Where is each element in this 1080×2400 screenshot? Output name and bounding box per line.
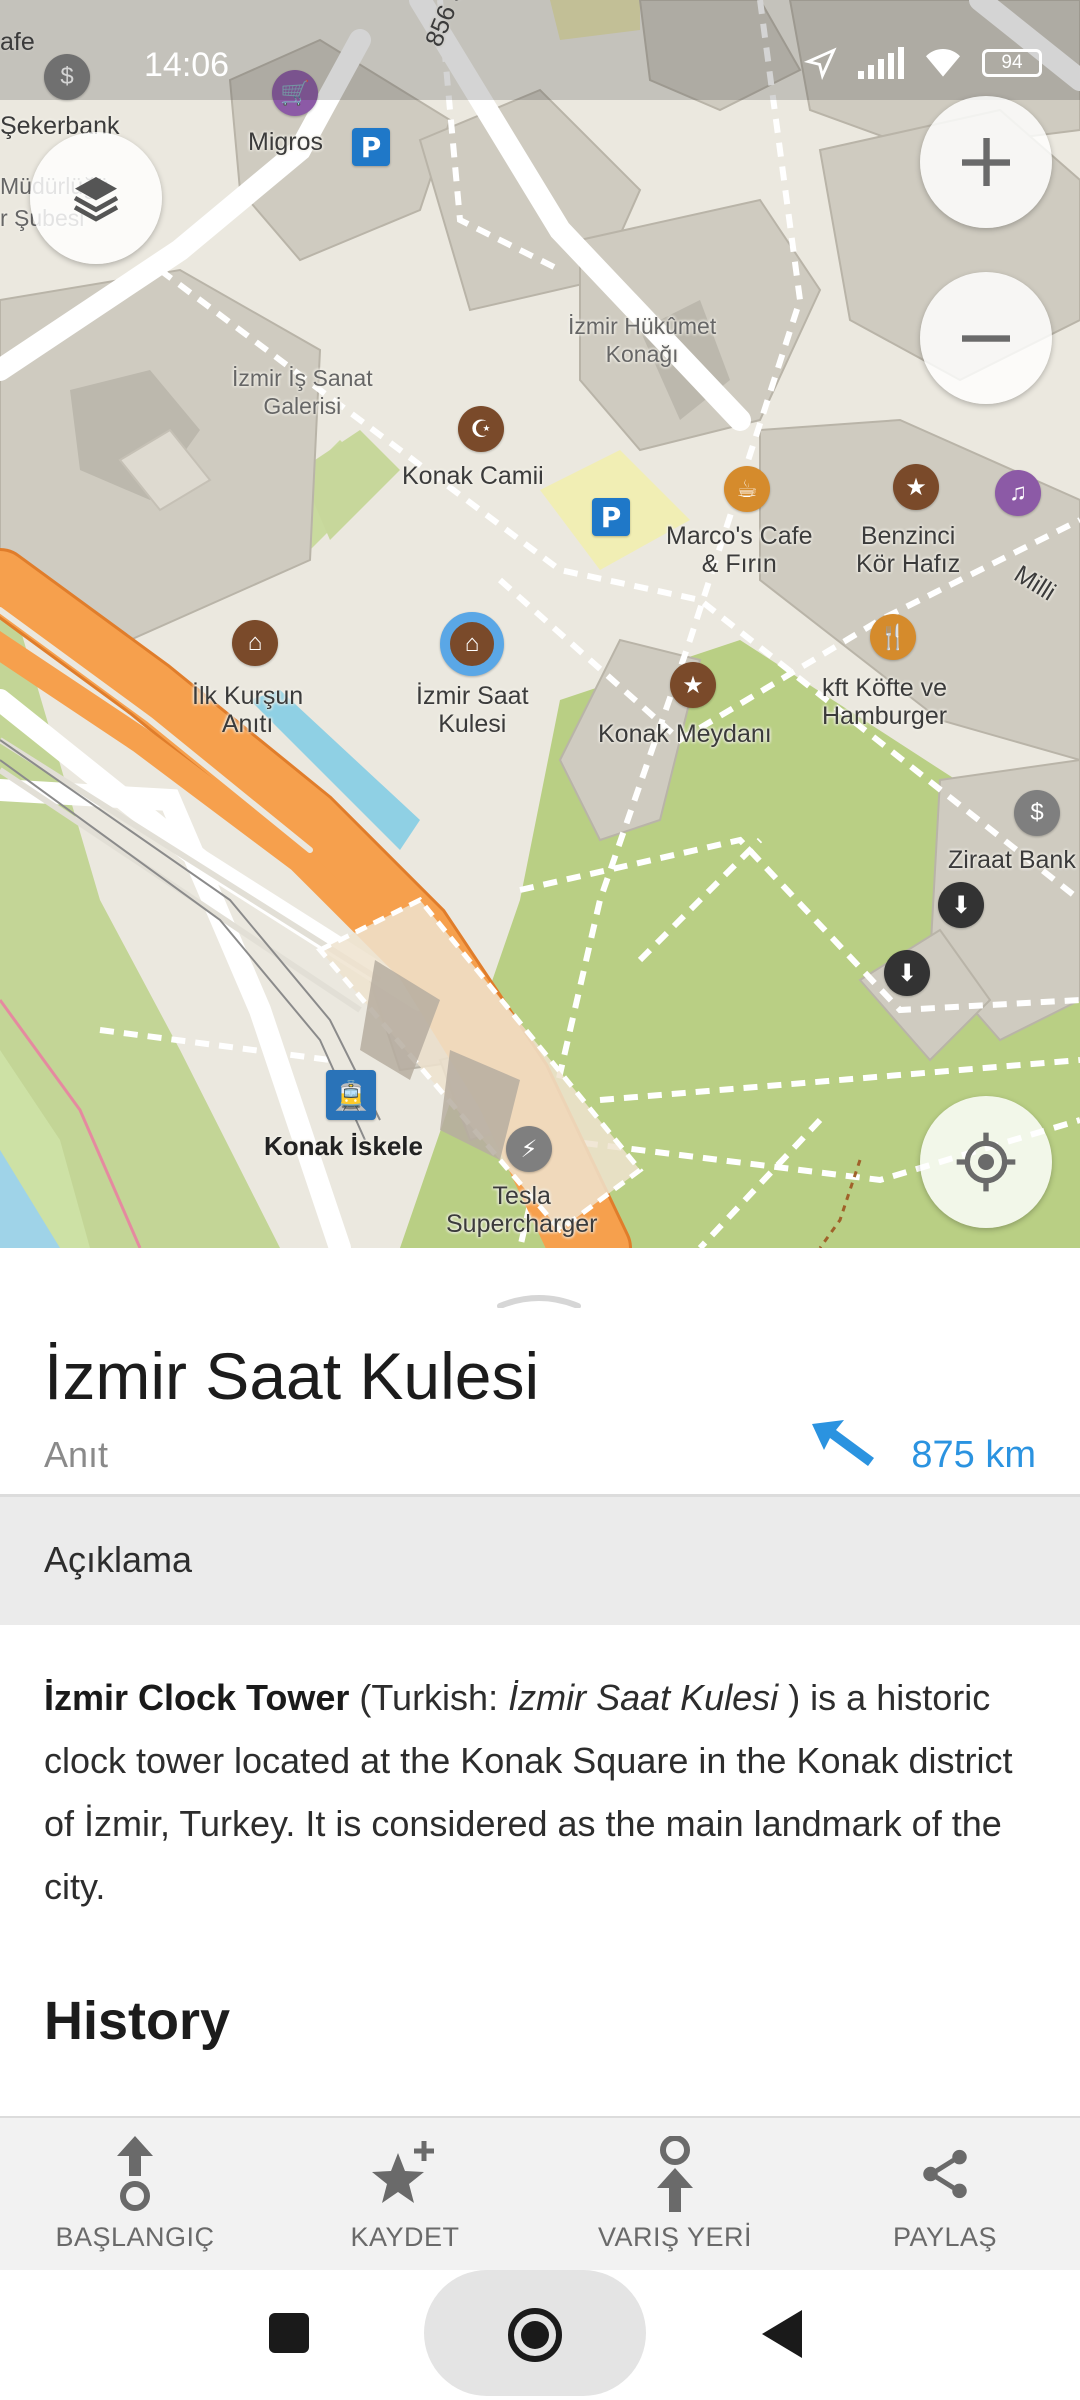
selected-monument-icon[interactable]: ⌂: [440, 612, 504, 676]
star-plus-icon: [372, 2141, 434, 2203]
description-part1: (Turkish:: [349, 1677, 509, 1718]
map-label-hukumet: İzmir Hükûmet Konağı: [568, 313, 717, 367]
save-button[interactable]: KAYDET: [270, 2118, 540, 2272]
my-location-button[interactable]: [920, 1096, 1052, 1228]
restaurant-icon[interactable]: 🍴: [870, 614, 916, 660]
status-icons: 94: [804, 46, 1042, 80]
action-bar: BAŞLANGIÇ KAYDET VARIŞ YERİ PAYLAŞ: [0, 2116, 1080, 2270]
place-title: İzmir Saat Kulesi: [44, 1339, 540, 1413]
tram-icon[interactable]: 🚊: [326, 1070, 376, 1120]
status-time: 14:06: [144, 46, 230, 84]
description-italic-name: İzmir Saat Kulesi: [508, 1677, 779, 1718]
history-heading: History: [44, 1991, 231, 2051]
map-label-konak-iskele: Konak İskele: [264, 1131, 423, 1161]
parking-icon[interactable]: P: [352, 128, 390, 166]
map-label-ilk-kursun: İlk Kurşun Anıtı: [192, 682, 304, 738]
map-label-benzinci: Benzinci Kör Hafız: [856, 522, 961, 578]
distance-value: 875 km: [911, 1434, 1036, 1476]
recents-icon[interactable]: [266, 2310, 312, 2356]
wifi-icon: [926, 49, 960, 77]
description-bold-name: İzmir Clock Tower: [44, 1677, 350, 1718]
start-label: BAŞLANGIÇ: [55, 2222, 215, 2252]
screen: $ 🛒 P ☪ P ☕ ★ ♫ ⌂ ⌂ ★ 🍴 $ ⬇ ⬇ 🚊 ⚡ afe Şe…: [0, 0, 1080, 2400]
description-section-header: Açıklama: [0, 1497, 1080, 1625]
map-label-konak-meydani: Konak Meydanı: [598, 720, 772, 748]
map-label-konak-camii: Konak Camii: [402, 462, 544, 490]
headphones-icon[interactable]: ♫: [995, 470, 1041, 516]
cafe-icon[interactable]: ☕: [724, 466, 770, 512]
battery-icon: 94: [982, 49, 1042, 77]
signal-icon: [858, 47, 904, 79]
map-base-layer: [0, 0, 1080, 1248]
zoom-out-button[interactable]: [920, 272, 1052, 404]
map-label-ziraat: Ziraat Bank: [948, 846, 1076, 874]
description-text: İzmir Clock Tower (Turkish: İzmir Saat K…: [44, 1666, 1044, 1918]
section-header-label: Açıklama: [44, 1539, 193, 1580]
share-icon: [923, 2149, 967, 2199]
zoom-in-button[interactable]: [920, 96, 1052, 228]
download-icon-2[interactable]: ⬇: [884, 950, 930, 996]
save-label: KAYDET: [350, 2222, 460, 2252]
destination-icon: [657, 2136, 693, 2212]
destination-label: VARIŞ YERİ: [597, 2222, 753, 2252]
layers-button[interactable]: [30, 132, 162, 264]
share-button[interactable]: PAYLAŞ: [810, 2118, 1080, 2272]
share-label: PAYLAŞ: [892, 2222, 998, 2252]
destination-button[interactable]: VARIŞ YERİ: [540, 2118, 810, 2272]
star-icon-2[interactable]: ★: [670, 662, 716, 708]
charging-station-icon[interactable]: ⚡: [506, 1126, 552, 1172]
status-bar: 14:06 94: [0, 0, 1080, 100]
minus-icon: [962, 335, 1010, 342]
bank-icon-2[interactable]: $: [1014, 790, 1060, 836]
layers-icon: [73, 177, 119, 222]
home-icon[interactable]: [506, 2306, 564, 2364]
start-button[interactable]: BAŞLANGIÇ: [0, 2118, 270, 2272]
location-arrow-icon: [804, 47, 837, 80]
system-nav-bar: [0, 2270, 1080, 2400]
star-icon[interactable]: ★: [893, 464, 939, 510]
direction-arrow-icon: [812, 1420, 874, 1466]
start-point-icon: [117, 2136, 153, 2211]
download-icon[interactable]: ⬇: [938, 882, 984, 928]
place-type: Anıt: [44, 1434, 109, 1475]
monument-icon[interactable]: ⌂: [232, 620, 278, 666]
map-label-migros: Migros: [248, 128, 324, 156]
plus-icon: [962, 138, 1010, 186]
mosque-icon[interactable]: ☪: [458, 406, 504, 452]
back-icon[interactable]: [758, 2308, 804, 2360]
map-label-tesla: Tesla Supercharger: [446, 1182, 598, 1238]
map-label-is-sanat: İzmir İş Sanat Galerisi: [232, 365, 373, 419]
parking-icon-2[interactable]: P: [592, 498, 630, 536]
map-label-saat-kulesi: İzmir Saat Kulesi: [416, 682, 529, 738]
map-label-kft: kft Köfte ve Hamburger: [822, 674, 948, 730]
crosshair-icon: [956, 1132, 1016, 1192]
map-view[interactable]: $ 🛒 P ☪ P ☕ ★ ♫ ⌂ ⌂ ★ 🍴 $ ⬇ ⬇ 🚊 ⚡ afe Şe…: [0, 0, 1080, 1248]
map-label-marcos: Marco's Cafe & Fırın: [666, 522, 813, 578]
battery-level: 94: [1001, 52, 1023, 73]
sheet-drag-handle[interactable]: [496, 1294, 582, 1308]
